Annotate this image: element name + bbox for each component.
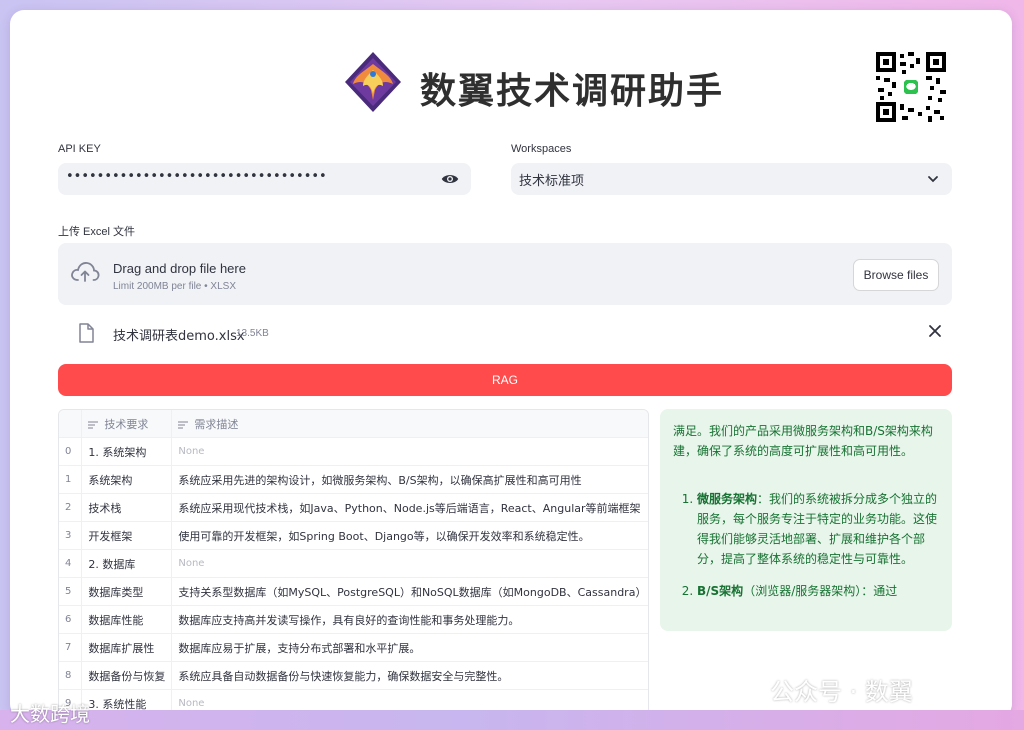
row-index-cell[interactable]: 1 [59,465,83,494]
column-header-label: 需求描述 [194,417,239,431]
api-key-input[interactable]: •••••••••••••••••••••••••••••••••• [58,163,471,195]
description-cell[interactable]: 数据库应支持高并发读写操作，具有良好的查询性能和事务处理能力。 [171,605,648,634]
background-gradient [0,710,1024,730]
app-window: 数翼技术调研助手 API KEY •••••••••••••••••••••••… [10,10,1012,718]
description-cell[interactable]: None [171,437,648,466]
api-key-value: •••••••••••••••••••••••••••••••••• [66,169,327,184]
row-index-cell[interactable]: 0 [59,437,83,466]
file-dropzone[interactable]: Drag and drop file here Limit 200MB per … [58,243,952,305]
row-index-cell[interactable]: 3 [59,521,83,550]
app-title: 数翼技术调研助手 [420,71,725,112]
wechat-qr-code-icon [876,52,946,122]
description-cell[interactable]: 支持关系型数据库（如MySQL、PostgreSQL）和NoSQL数据库（如Mo… [171,577,648,606]
table-row[interactable]: 1 系统架构 系统应采用先进的架构设计，如微服务架构、B/S架构，以确保高扩展性和高… [59,465,648,494]
uploaded-file-size: 13.5KB [236,328,269,339]
watermark-right: 公众号 · 数翼 [770,678,913,706]
text-column-icon [178,420,189,429]
uploaded-file-row: 技术调研表demo.xlsx 13.5KB [58,318,952,348]
watermark-left: 大数跨境 [10,702,90,726]
column-header[interactable]: 技术要求 [81,410,173,438]
workspaces-selected-value: 技术标准项 [519,174,585,189]
table-row[interactable]: 5 数据库类型 支持关系型数据库（如MySQL、PostgreSQL）和NoSQL数… [59,577,648,606]
column-header[interactable]: 需求描述 [171,410,648,438]
row-index-cell[interactable]: 6 [59,605,83,634]
eye-icon[interactable] [441,172,459,186]
requirement-cell[interactable]: 数据备份与恢复 [81,661,173,690]
answer-item-text: （浏览器/服务器架构）：通过 [743,584,898,598]
description-cell[interactable]: 使用可靠的开发框架，如Spring Boot、Django等，以确保开发效率和系… [171,521,648,550]
answer-panel: 满足。我们的产品采用微服务架构和B/S架构来构建，确保了系统的高度可扩展性和高可… [660,409,952,631]
description-cell[interactable]: 系统应采用先进的架构设计，如微服务架构、B/S架构，以确保高扩展性和高可用性 [171,465,648,494]
answer-intro: 满足。我们的产品采用微服务架构和B/S架构来构建，确保了系统的高度可扩展性和高可… [673,424,933,458]
description-cell[interactable]: 数据库应易于扩展，支持分布式部署和水平扩展。 [171,633,648,662]
column-header-label: 技术要求 [104,417,149,431]
row-index-cell[interactable]: 5 [59,577,83,606]
data-table[interactable]: 技术要求 需求描述 应答 01. 系统架构NoneNone1系统架构系统应采用先… [58,409,649,718]
description-cell[interactable]: 系统应采用现代技术栈，如Java、Python、Node.js等后端语言，Rea… [171,493,648,522]
row-index-cell[interactable]: 8 [59,661,83,690]
requirement-cell[interactable]: 系统架构 [81,465,173,494]
requirement-cell[interactable]: 1. 系统架构 [81,437,173,466]
rag-button[interactable]: RAG [58,364,952,396]
requirement-cell[interactable]: 开发框架 [81,521,173,550]
requirement-cell[interactable]: 数据库类型 [81,577,173,606]
browse-files-button[interactable]: Browse files [853,259,939,291]
workspaces-label: Workspaces [511,143,572,155]
close-icon[interactable] [928,324,942,338]
answer-list: 微服务架构：我们的系统被拆分成多个独立的服务，每个服务专注于特定的业务功能。这使… [673,489,941,613]
table-row[interactable]: 01. 系统架构NoneNone [59,437,648,466]
index-header [59,410,83,438]
description-cell[interactable]: 系统应具备自动数据备份与快速恢复能力，确保数据安全与完整性。 [171,661,648,690]
upload-label: 上传 Excel 文件 [58,226,136,238]
table-row[interactable]: 3 开发框架 使用可靠的开发框架，如Spring Boot、Django等，以确保开… [59,521,648,550]
phoenix-logo-icon [345,52,401,112]
table-row[interactable]: 42. 数据库NoneNone [59,549,648,578]
table-header-row: 技术要求 需求描述 应答 [59,410,648,438]
dropzone-title: Drag and drop file here [113,261,246,276]
file-icon [79,323,94,343]
row-index-cell[interactable]: 4 [59,549,83,578]
workspaces-select[interactable]: 技术标准项 [511,163,952,195]
requirement-cell[interactable]: 技术栈 [81,493,173,522]
table-row[interactable]: 7数据库扩展性数据库应易于扩展，支持分布式部署和水平扩展。None [59,633,648,662]
requirement-cell[interactable]: 数据库性能 [81,605,173,634]
table-row[interactable]: 6数据库性能数据库应支持高并发读写操作，具有良好的查询性能和事务处理能力。Non… [59,605,648,634]
answer-item-title: B/S架构 [697,584,744,598]
row-index-cell[interactable]: 2 [59,493,83,522]
table-row[interactable]: 2 技术栈 系统应采用现代技术栈，如Java、Python、Node.js等后端语言… [59,493,648,522]
requirement-cell[interactable]: 数据库扩展性 [81,633,173,662]
row-index-cell[interactable]: 7 [59,633,83,662]
chevron-down-icon [928,176,938,183]
description-cell[interactable]: None [171,549,648,578]
dropzone-limit: Limit 200MB per file • XLSX [113,281,236,292]
answer-list-item: 微服务架构：我们的系统被拆分成多个独立的服务，每个服务专注于特定的业务功能。这使… [697,489,941,569]
api-key-label: API KEY [58,143,101,155]
uploaded-file-name: 技术调研表demo.xlsx [113,329,245,344]
answer-list-item: B/S架构（浏览器/服务器架构）：通过 [697,581,941,601]
requirement-cell[interactable]: 2. 数据库 [81,549,173,578]
cloud-upload-icon [71,262,100,282]
text-column-icon [88,420,99,429]
table-row[interactable]: 8数据备份与恢复系统应具备自动数据备份与快速恢复能力，确保数据安全与完整性。No… [59,661,648,690]
answer-item-title: 微服务架构 [697,492,758,506]
